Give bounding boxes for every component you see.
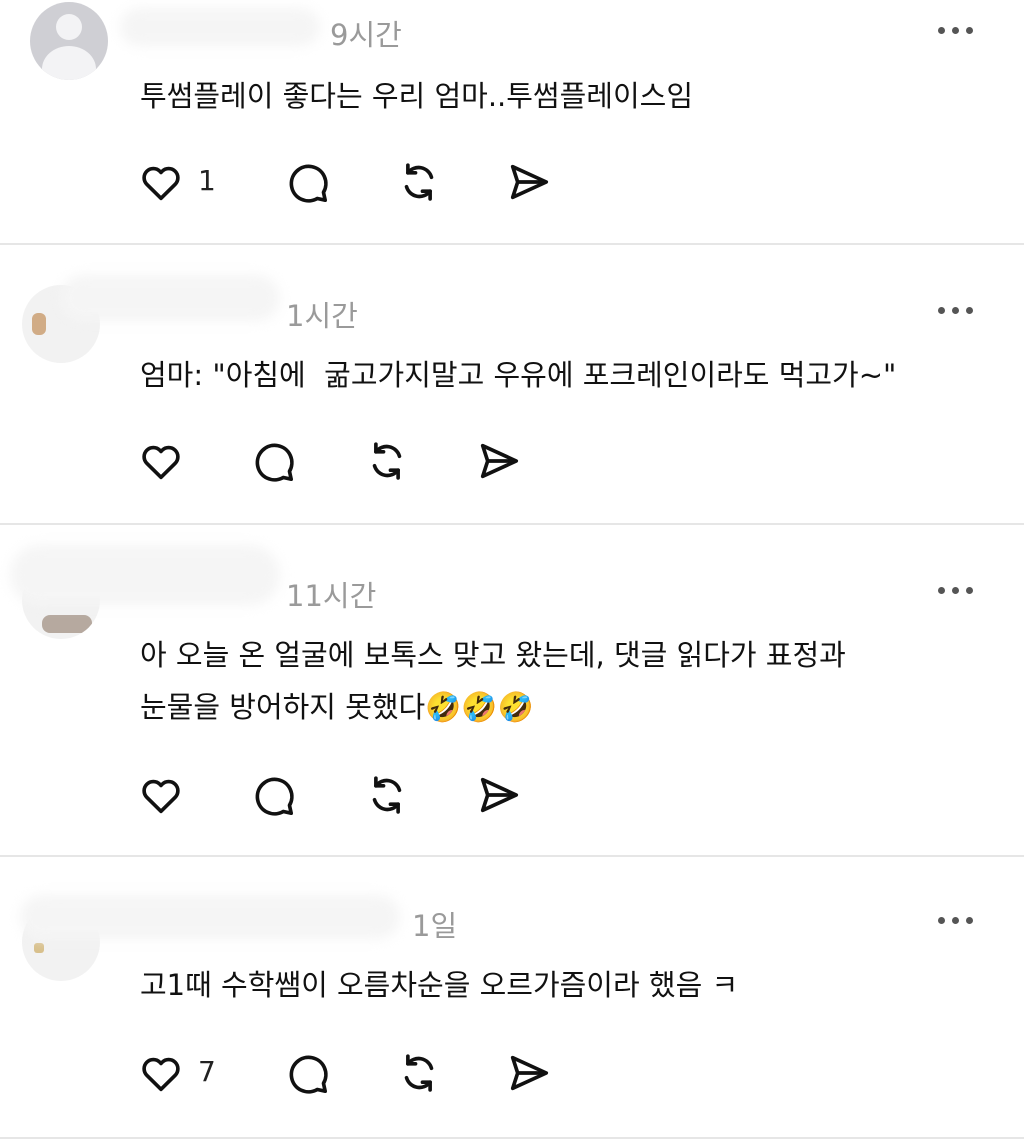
like-count: 1 [198,164,216,197]
comment-icon[interactable] [284,158,332,206]
repost-icon[interactable] [364,437,412,485]
redacted-username [120,8,320,46]
divider [0,1137,1024,1139]
redacted-username [20,895,400,939]
post-text: 고1때 수학쌤이 오름차순을 오르가즘이라 했음 ㅋ [140,968,739,1002]
post-1: 9시간 투썸플레이 좋다는 우리 엄마..투썸플레이스임 1 [0,0,1024,245]
redacted-username [10,545,280,605]
comment-icon[interactable] [250,437,298,485]
post-time: 11시간 [286,579,377,613]
comment-icon[interactable] [284,1049,332,1097]
post-time: 1일 [412,909,458,943]
post-text-line-2: 눈물을 방어하지 못했다🤣🤣🤣 [140,690,534,724]
share-icon[interactable] [506,158,554,206]
post-text: 투썸플레이 좋다는 우리 엄마..투썸플레이스임 [140,79,694,113]
avatar[interactable] [30,2,108,80]
post-time: 1시간 [286,299,358,333]
post-4: 1일 고1때 수학쌤이 오름차순을 오르가즘이라 했음 ㅋ 7 [0,857,1024,1143]
more-icon[interactable] [938,580,978,600]
like-count: 7 [198,1055,216,1088]
more-icon[interactable] [938,300,978,320]
heart-icon[interactable] [138,771,186,819]
post-3: 11시간 아 오늘 온 얼굴에 보톡스 맞고 왔는데, 댓글 읽다가 표정과 눈… [0,525,1024,855]
share-icon[interactable] [506,1049,554,1097]
repost-icon[interactable] [364,771,412,819]
share-icon[interactable] [476,771,524,819]
repost-icon[interactable] [396,1049,444,1097]
comment-icon[interactable] [250,771,298,819]
post-text: 엄마: "아침에 굶고가지말고 우유에 포크레인이라도 먹고가~" [140,358,897,392]
repost-icon[interactable] [396,158,444,206]
post-2: 1시간 엄마: "아침에 굶고가지말고 우유에 포크레인이라도 먹고가~" [0,245,1024,525]
post-time: 9시간 [330,18,402,52]
post-text-line-1: 아 오늘 온 얼굴에 보톡스 맞고 왔는데, 댓글 읽다가 표정과 [140,638,846,672]
share-icon[interactable] [476,437,524,485]
more-icon[interactable] [938,20,978,40]
more-icon[interactable] [938,910,978,930]
heart-icon[interactable] [138,158,186,206]
redacted-username [60,275,280,321]
heart-icon[interactable] [138,437,186,485]
heart-icon[interactable] [138,1049,186,1097]
